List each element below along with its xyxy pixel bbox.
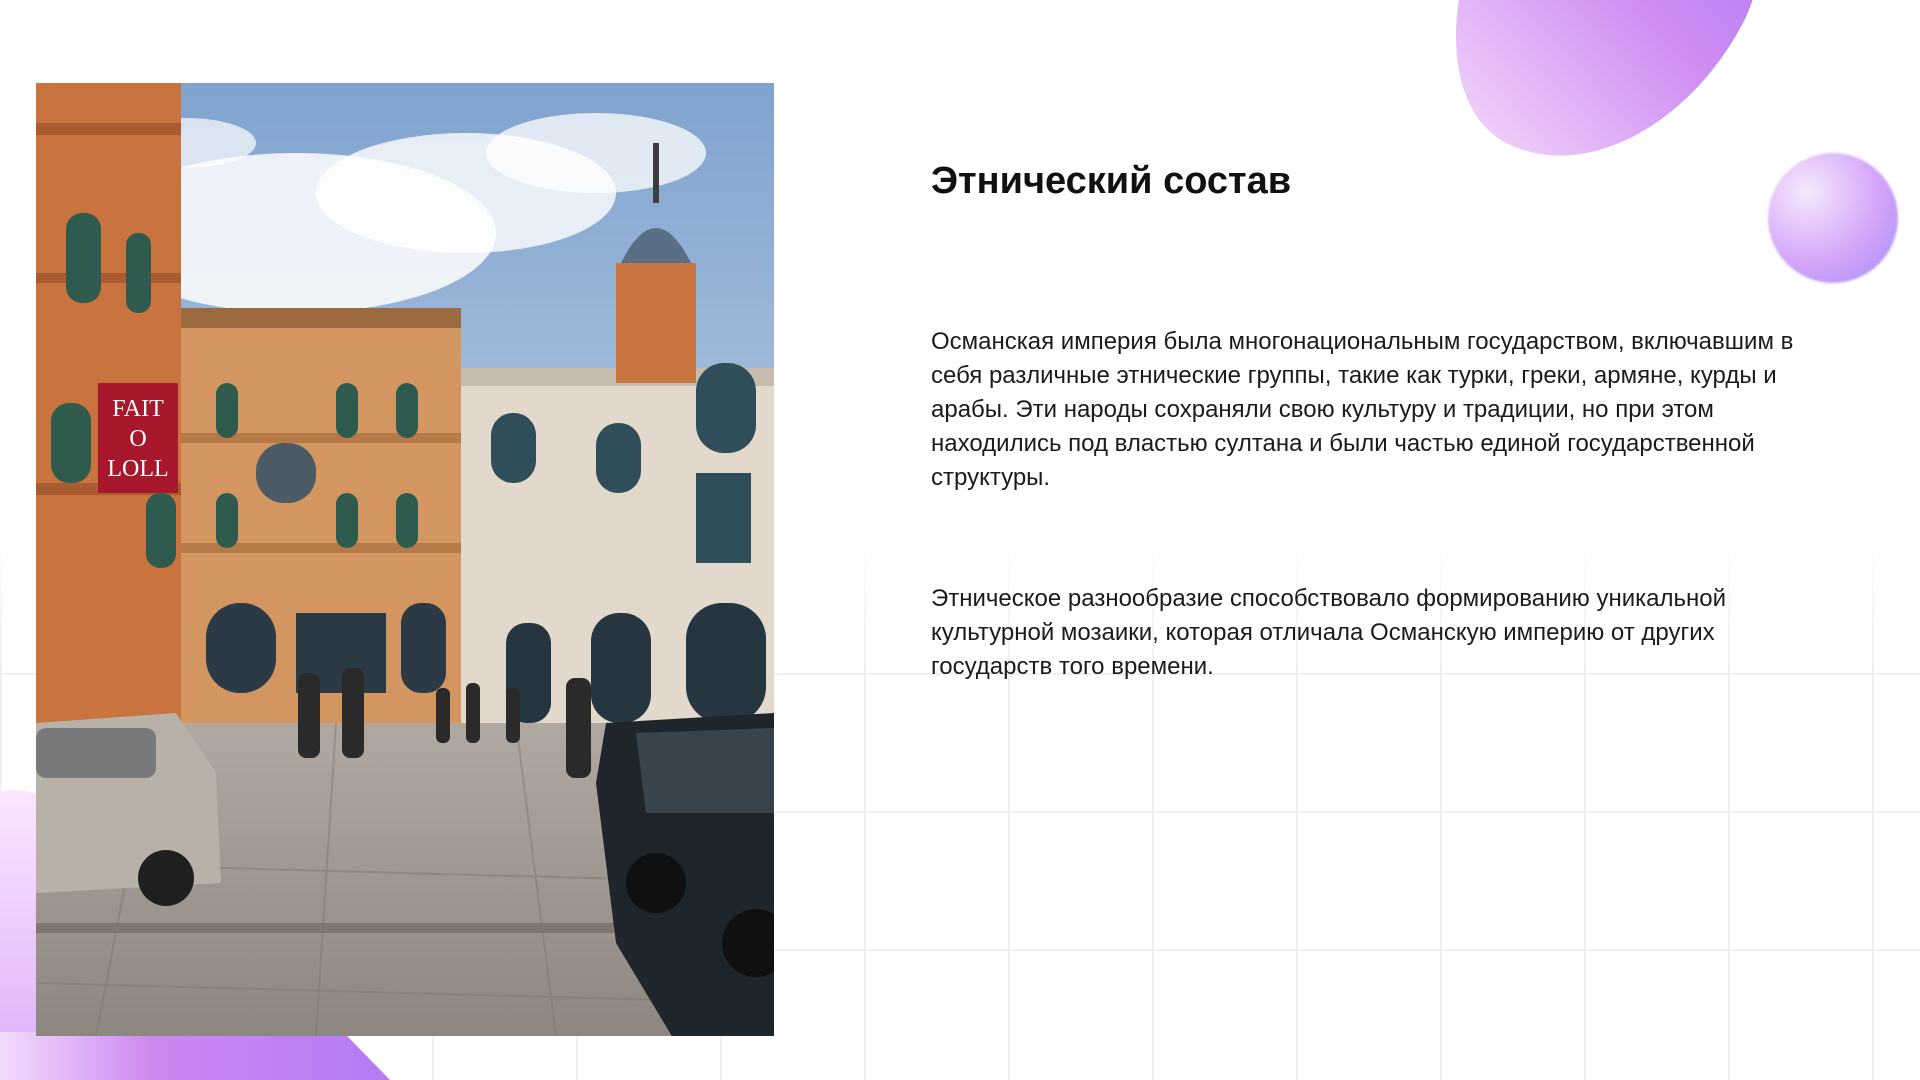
slide-title: Этнический состав	[931, 160, 1292, 202]
street-photo-illustration: FAIT O LOLL	[36, 83, 774, 1036]
sign-line-2: O	[129, 426, 146, 452]
paragraph-1: Османская империя была многонациональным…	[931, 328, 1794, 491]
sign-line-1: FAIT	[112, 396, 164, 422]
slide: FAIT O LOLL Этнический состав Османская …	[0, 0, 1920, 1080]
sign-line-3: LOLL	[107, 456, 168, 482]
paragraph-2: Этническое разнообразие способствовало ф…	[931, 585, 1726, 680]
decor-blob-top	[1393, 0, 1811, 215]
street-photo: FAIT O LOLL	[36, 83, 774, 1036]
decor-bottom-strip	[0, 1032, 390, 1080]
decor-circle	[1768, 153, 1898, 283]
